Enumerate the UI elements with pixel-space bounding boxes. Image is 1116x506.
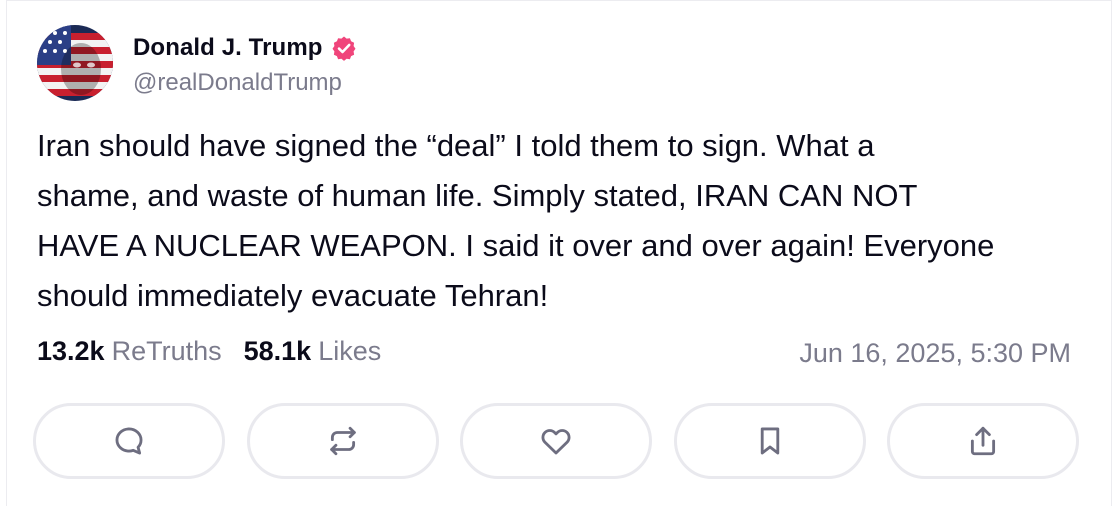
post-stats: 13.2k ReTruths 58.1k Likes bbox=[37, 336, 381, 367]
post-timestamp[interactable]: Jun 16, 2025, 5:30 PM bbox=[799, 338, 1071, 369]
likes-label: Likes bbox=[318, 336, 382, 366]
retruths-stat[interactable]: 13.2k ReTruths bbox=[37, 336, 222, 367]
bookmark-icon bbox=[760, 427, 779, 455]
reply-icon bbox=[115, 427, 143, 455]
post-card: Donald J. Trump @realDonaldTrump Iran sh… bbox=[6, 0, 1112, 506]
retruth-icon bbox=[329, 426, 356, 456]
likes-stat[interactable]: 58.1k Likes bbox=[244, 336, 382, 367]
action-bar bbox=[33, 403, 1079, 479]
retruths-count: 13.2k bbox=[37, 336, 105, 366]
share-button[interactable] bbox=[887, 403, 1079, 479]
likes-count: 58.1k bbox=[243, 336, 312, 366]
post-text: Iran should have signed the “deal” I tol… bbox=[37, 128, 995, 313]
retruths-label: ReTruths bbox=[111, 336, 222, 366]
verified-badge-icon bbox=[331, 35, 357, 61]
retruth-button[interactable] bbox=[246, 403, 439, 479]
like-button[interactable] bbox=[460, 403, 652, 479]
share-icon bbox=[970, 426, 996, 456]
bookmark-button[interactable] bbox=[673, 403, 866, 479]
flag-portrait-avatar-icon bbox=[37, 25, 113, 101]
handle[interactable]: @realDonaldTrump bbox=[133, 69, 357, 97]
display-name-row: Donald J. Trump bbox=[133, 31, 357, 65]
display-name[interactable]: Donald J. Trump bbox=[133, 34, 323, 62]
heart-icon bbox=[541, 429, 571, 455]
author-names: Donald J. Trump @realDonaldTrump bbox=[133, 31, 357, 97]
avatar[interactable] bbox=[37, 25, 113, 101]
reply-button[interactable] bbox=[33, 403, 225, 479]
post-header: Donald J. Trump @realDonaldTrump bbox=[37, 25, 357, 105]
